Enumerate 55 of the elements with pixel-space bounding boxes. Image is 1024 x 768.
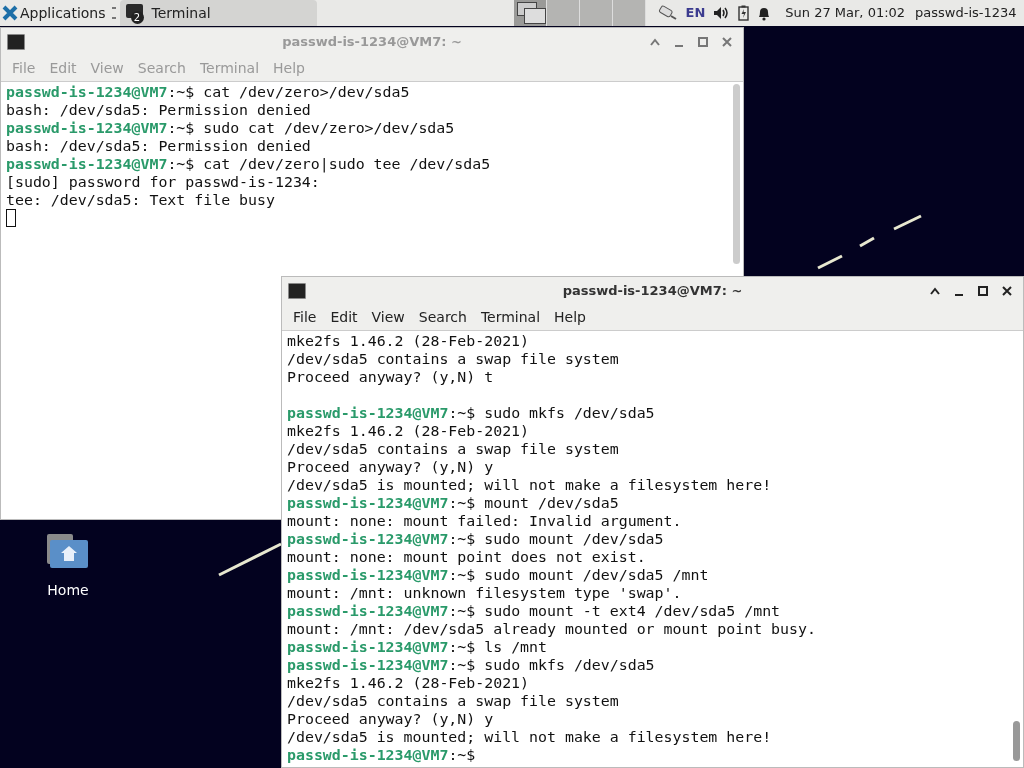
x-logo-icon [2, 5, 18, 21]
terminal-line: [sudo] password for passwd-is-1234: [6, 173, 320, 191]
terminal-line: /dev/sda5 contains a swap file system [287, 350, 619, 368]
terminal-line: mount: none: mount failed: Invalid argument. [287, 512, 682, 530]
user-name[interactable]: passwd-is-1234 [915, 3, 1017, 23]
terminal-line: passwd-is-1234@VM7:~$ sudo mkfs /dev/sda5 [287, 656, 655, 674]
terminal-line: passwd-is-1234@VM7:~$ ls /mnt [287, 638, 547, 656]
terminal-line: bash: /dev/sda5: Permission denied [6, 101, 311, 119]
terminal-line: /dev/sda5 is mounted; will not make a filesystem here! [287, 476, 772, 494]
terminal-line: /dev/sda5 contains a swap file system [287, 440, 619, 458]
menu-item[interactable]: File [286, 307, 324, 328]
terminal-line: passwd-is-1234@VM7:~$ sudo mount /dev/sda5 /mnt [287, 566, 709, 584]
terminal-line: mke2fs 1.46.2 (28-Feb-2021) [287, 674, 530, 692]
keyboard-layout[interactable]: EN [685, 3, 706, 23]
window-title: passwd-is-1234@VM7: ~ [561, 282, 744, 301]
terminal-line: mount: /mnt: /dev/sda5 already mounted or mount point busy. [287, 620, 816, 638]
terminal-line: passwd-is-1234@VM7:~$ sudo cat /dev/zero>/dev/sda5 [6, 119, 455, 137]
taskbar-button[interactable]: 2 Terminal [119, 0, 317, 26]
terminal-line: Proceed anyway? (y,N) y [287, 710, 494, 728]
menu-item[interactable]: Edit [323, 307, 365, 328]
terminal-line: passwd-is-1234@VM7:~$ mount /dev/sda5 [287, 494, 619, 512]
bell-icon[interactable] [757, 5, 772, 21]
terminal-line: bash: /dev/sda5: Permission denied [6, 137, 311, 155]
applications-button[interactable]: Applications [0, 0, 108, 26]
terminal-line: mount: /mnt: unknown filesystem type 'swap'. [287, 584, 682, 602]
terminal-icon [288, 283, 306, 299]
menu-item[interactable]: Help [547, 307, 593, 328]
panel-handle-icon [111, 7, 116, 19]
volume-icon[interactable] [713, 6, 731, 20]
window-title: passwd-is-1234@VM7: ~ [281, 33, 463, 52]
battery-icon[interactable] [738, 5, 750, 21]
scrollbar-thumb[interactable] [1013, 721, 1020, 761]
terminal-line: passwd-is-1234@VM7:~$ [287, 746, 476, 764]
icon-label[interactable]: Home [47, 580, 89, 601]
menu-item[interactable]: View [364, 307, 412, 328]
scrollbar-thumb[interactable] [733, 84, 740, 264]
terminal-line: passwd-is-1234@VM7:~$ sudo mkfs /dev/sda5 [287, 404, 655, 422]
terminal-line: passwd-is-1234@VM7:~$ cat /dev/zero>/dev/sda5 [6, 83, 410, 101]
terminal-line: mke2fs 1.46.2 (28-Feb-2021) [287, 422, 530, 440]
terminal-icon [7, 34, 25, 50]
terminal-line: passwd-is-1234@VM7:~$ cat /dev/zero|sudo tee /dev/sda5 [6, 155, 491, 173]
workspace-button[interactable] [513, 0, 547, 26]
terminal-line: /dev/sda5 contains a swap file system [287, 692, 619, 710]
home-folder-icon[interactable] [47, 532, 89, 570]
terminal-line: passwd-is-1234@VM7:~$ sudo mount -t ext4 /dev/sda5 /mnt [287, 602, 781, 620]
terminal-line: Proceed anyway? (y,N) t [287, 368, 494, 386]
terminal-line: tee: /dev/sda5: Text file busy [6, 191, 275, 209]
clock[interactable]: Sun 27 Mar, 01:02 [785, 3, 906, 23]
terminal-line: mount: none: mount point does not exist. [287, 548, 646, 566]
terminal-line: passwd-is-1234@VM7:~$ sudo mount /dev/sda5 [287, 530, 664, 548]
terminal-line: mke2fs 1.46.2 (28-Feb-2021) [287, 332, 530, 350]
menu-item[interactable]: Terminal [473, 307, 548, 328]
terminal-line: /dev/sda5 is mounted; will not make a filesystem here! [287, 728, 772, 746]
menu-item[interactable]: Search [411, 307, 474, 328]
terminal-line: Proceed anyway? (y,N) y [287, 458, 494, 476]
